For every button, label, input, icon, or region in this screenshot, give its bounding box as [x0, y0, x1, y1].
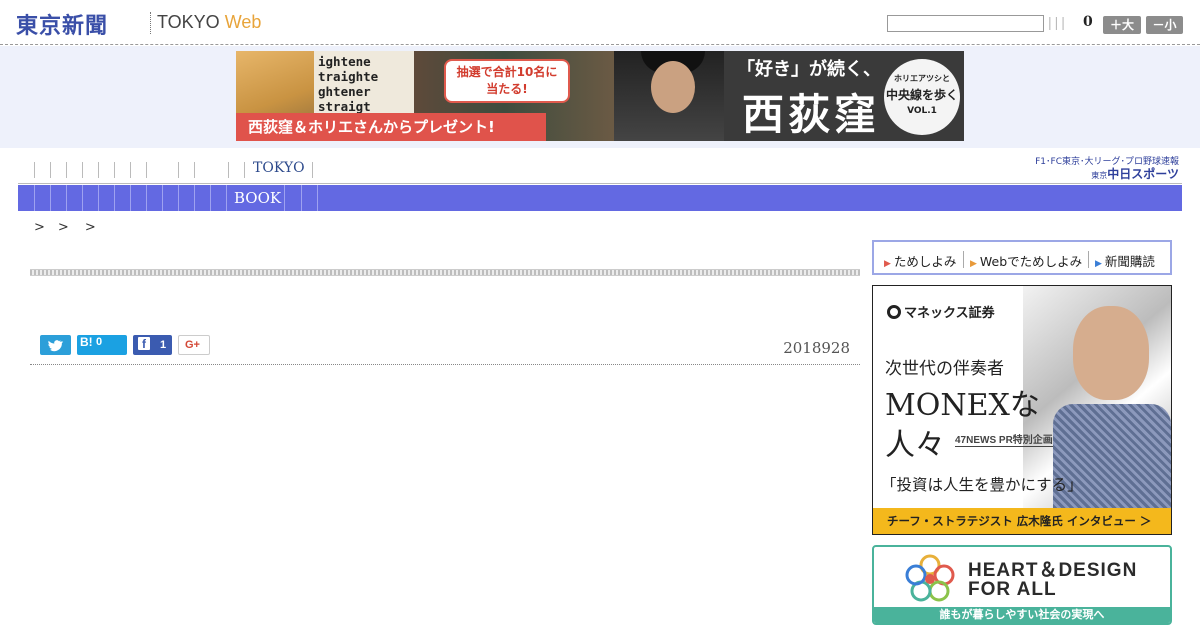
nav-divider: [312, 162, 313, 178]
monex-logo: マネックス証券: [887, 302, 995, 321]
banner-series-badge: ホリエアツシと 中央線を歩く VOL.1: [884, 59, 960, 135]
nav-divider: [228, 162, 229, 178]
banner-present-strip: 西荻窪＆ホリエさんからプレゼント!: [236, 113, 546, 141]
triangle-bullet-icon: ▶: [884, 259, 891, 269]
sub-nav-bar: BOOK: [18, 185, 1182, 211]
nav-divider: [114, 162, 115, 178]
logo-web-text: Web: [224, 12, 262, 32]
subnav-divider: [82, 185, 83, 211]
facebook-count: 1: [160, 339, 167, 351]
banner-face-shape: [651, 61, 695, 113]
monex-quote: 「投資は人生を豊かにする」: [881, 476, 1083, 494]
site-logo-en[interactable]: TOKYO Web: [157, 12, 261, 33]
monex-logo-text: マネックス証券: [904, 306, 995, 321]
nav-divider: [146, 162, 147, 178]
facebook-icon: f: [138, 337, 150, 351]
banner-quote: 「好き」が続く、: [737, 59, 881, 80]
monex-ad[interactable]: マネックス証券 次世代の伴奏者 MONEXな 人々 47NEWS PR特別企画 …: [872, 285, 1172, 535]
facebook-share-button[interactable]: f 1: [133, 335, 172, 355]
nav-divider: [244, 162, 245, 178]
nav-divider: [34, 162, 35, 178]
subnav-divider: [301, 185, 302, 211]
subnav-divider: [162, 185, 163, 211]
subnav-divider: [194, 185, 195, 211]
heart-flower-icon: [905, 554, 955, 602]
sidebar-nav-divider: [1088, 251, 1089, 268]
monex-interview-bar: チーフ・ストラテジスト 広木隆氏 インタビュー ＞: [873, 508, 1171, 534]
heart-design-ad[interactable]: HEART＆DESIGN FOR ALL 誰もが暮らしやすい社会の実現へ: [872, 545, 1172, 625]
chunichi-name: 中日スポーツ: [1107, 167, 1179, 181]
badge-main-text: 中央線を歩く: [885, 88, 958, 102]
badge-vol-text: VOL.1: [907, 106, 937, 116]
header-links-separator: |||: [1048, 14, 1068, 30]
heart-tagline-bar: 誰もが暮らしやすい社会の実現へ: [874, 607, 1170, 623]
twitter-share-button[interactable]: [40, 335, 71, 355]
article-date: 2018928: [783, 339, 850, 357]
subnav-divider: [178, 185, 179, 211]
nav-item-tokyo[interactable]: TOKYO: [253, 160, 305, 176]
sidebar-link-tameshiyomi[interactable]: ▶ ためしよみ: [884, 251, 956, 270]
nav-divider: [50, 162, 51, 178]
subnav-divider: [317, 185, 318, 211]
nav-divider: [98, 162, 99, 178]
twitter-icon: [48, 340, 64, 352]
font-size-down-button[interactable]: －小: [1146, 16, 1183, 34]
subnav-divider: [66, 185, 67, 211]
subnav-divider: [210, 185, 211, 211]
subnav-item-book[interactable]: BOOK: [234, 189, 281, 207]
subnav-divider: [114, 185, 115, 211]
nav-divider: [130, 162, 131, 178]
nav-divider: [178, 162, 179, 178]
sidebar-nav-divider: [963, 251, 964, 268]
monex-logo-icon: [887, 305, 901, 319]
heart-headline-1: HEART＆DESIGN: [968, 560, 1138, 581]
banner-prize-text: 抽選で合計10名に 当たる!: [456, 65, 558, 96]
subnav-divider: [284, 185, 285, 211]
category-nav: TOKYO: [18, 154, 1182, 184]
site-header: 東京新聞 TOKYO Web ||| 0 ＋大 －小: [0, 0, 1200, 45]
breadcrumb[interactable]: > > >: [34, 216, 96, 235]
nav-divider: [66, 162, 67, 178]
hatena-count: 0: [96, 336, 103, 348]
google-plus-icon: G+: [185, 339, 200, 351]
sidebar-link-subscribe[interactable]: ▶ 新聞購読: [1095, 251, 1155, 270]
sidebar-link-label: ためしよみ: [893, 254, 957, 269]
hatena-icon: B!: [80, 335, 93, 349]
triangle-bullet-icon: ▶: [1095, 259, 1102, 269]
hatena-bookmark-button[interactable]: B! 0: [77, 335, 127, 355]
nishiogikubo-banner-ad[interactable]: ightene traighte ghtener straigt 抽選で合計10…: [236, 51, 964, 141]
font-size-up-button[interactable]: ＋大: [1103, 16, 1141, 34]
chunichi-sports-link[interactable]: 東京中日スポーツ: [1050, 165, 1179, 182]
nav-divider: [82, 162, 83, 178]
monex-headline-1: 次世代の伴奏者: [885, 359, 1004, 379]
site-logo-jp[interactable]: 東京新聞: [16, 8, 108, 40]
banner-prize-bubble: 抽選で合計10名に 当たる!: [444, 59, 570, 103]
google-plus-share-button[interactable]: G+: [178, 335, 210, 355]
heart-headline-2: FOR ALL: [968, 579, 1057, 600]
monex-headline-3: 人々: [885, 428, 945, 463]
sidebar-link-label: Webでためしよみ: [979, 254, 1083, 269]
subnav-divider: [98, 185, 99, 211]
triangle-bullet-icon: ▶: [970, 259, 977, 269]
logo-divider: [150, 12, 151, 34]
nav-divider: [194, 162, 195, 178]
article-title-rule: [30, 269, 860, 276]
sidebar-link-label: 新聞購読: [1104, 254, 1155, 269]
badge-top-text: ホリエアツシと: [894, 74, 950, 83]
chunichi-prefix: 東京: [1091, 171, 1108, 180]
subnav-divider: [34, 185, 35, 211]
subnav-divider: [226, 185, 227, 211]
subnav-divider: [130, 185, 131, 211]
header-count: 0: [1083, 14, 1093, 30]
article-date-rule: [30, 364, 860, 365]
monex-pr-tag: 47NEWS PR特別企画: [955, 431, 1053, 447]
monex-photo-face: [1073, 306, 1149, 400]
sidebar-link-web-tameshiyomi[interactable]: ▶ Webでためしよみ: [970, 251, 1082, 270]
sidebar-reading-nav: ▶ ためしよみ ▶ Webでためしよみ ▶ 新聞購読: [872, 240, 1172, 275]
subnav-divider: [146, 185, 147, 211]
logo-tokyo-text: TOKYO: [157, 12, 220, 32]
search-input[interactable]: [887, 15, 1044, 32]
subnav-divider: [50, 185, 51, 211]
monex-headline-2: MONEXな: [885, 388, 1040, 423]
